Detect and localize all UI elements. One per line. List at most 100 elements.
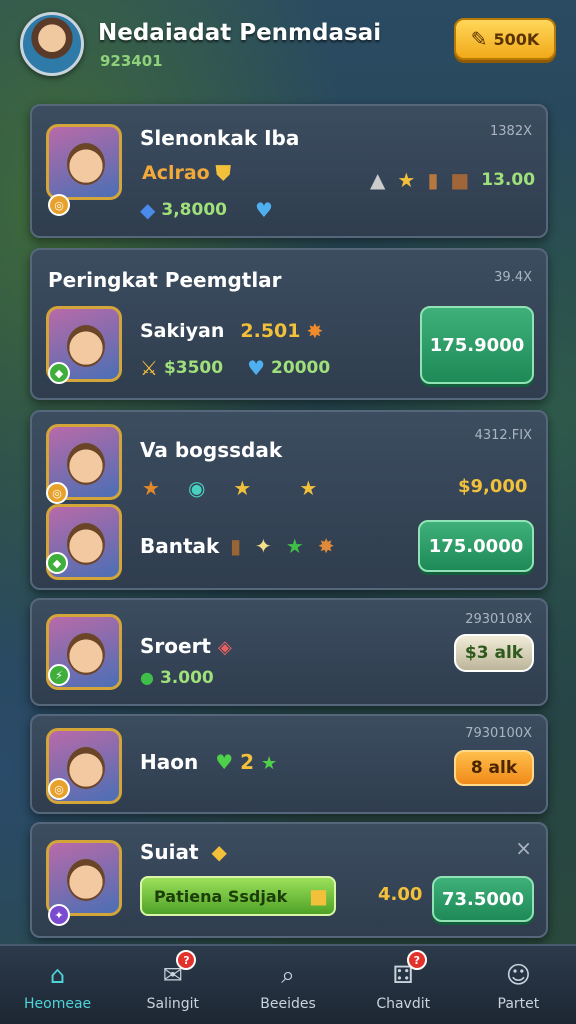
leader-name-text: Sroert bbox=[140, 634, 211, 658]
action-button[interactable]: $3 alk bbox=[454, 634, 534, 672]
notification-badge: ? bbox=[176, 950, 197, 970]
nav-search[interactable]: ⌕ Beeides bbox=[230, 946, 345, 1024]
score-value: 3,8000 bbox=[161, 200, 227, 220]
heart-icon: ♥ bbox=[215, 750, 234, 774]
star-icon: ★ bbox=[299, 476, 318, 500]
star-icon: ★ bbox=[397, 168, 416, 192]
rank-badge: ◎ bbox=[48, 194, 70, 216]
heart-count: 2 bbox=[240, 750, 255, 774]
leader-name: Slenonkak Iba bbox=[140, 126, 300, 150]
chest-icon: ■ bbox=[309, 884, 328, 908]
rank-badge: ◆ bbox=[48, 362, 70, 384]
leader-count: 1382X bbox=[490, 124, 532, 139]
reward-value-text: 4.00 bbox=[378, 884, 423, 905]
leader-card-2[interactable]: Peringkat Peemgtlar 39.4X ◆ Sakiyan 2.50… bbox=[30, 248, 548, 400]
leader-name: Va bogssdak bbox=[140, 438, 283, 462]
leader-value: $9,000 bbox=[458, 476, 528, 497]
score-value: 3.000 bbox=[159, 668, 214, 688]
gold-gem-icon: ◆ bbox=[211, 840, 227, 864]
rank-label: Aclrao bbox=[142, 162, 210, 184]
nav-label: Partet bbox=[497, 996, 540, 1012]
star-icon: ★ bbox=[142, 476, 160, 500]
nav-profile[interactable]: ☺ Partet bbox=[461, 946, 576, 1024]
crystal-icon: ✦ bbox=[255, 534, 272, 558]
leader-card-1[interactable]: ◎ Slenonkak Iba 1382X Aclrao ⛊ ◆ 3,8000 … bbox=[30, 104, 548, 238]
player-row: Sakiyan 2.501 ✸ bbox=[140, 320, 323, 342]
rank-badge: ◎ bbox=[48, 778, 70, 800]
coin-icon: ✎ bbox=[470, 27, 488, 51]
bottom-nav: ⌂ Heomeae ✉ ? Salingit ⌕ Beeides ⚃ ? Cha… bbox=[0, 944, 576, 1024]
boot-icon: ▮ bbox=[427, 168, 439, 192]
leader-card-5[interactable]: ◎ Haon ♥ 2 ★ 7930100X 8 alk bbox=[30, 714, 548, 814]
shield-icon: ⛊ bbox=[215, 161, 231, 185]
burst-icon: ✸ bbox=[306, 319, 324, 343]
profile-icon: ☺ bbox=[505, 961, 531, 989]
stat-money: $3500 bbox=[163, 358, 224, 378]
rank-badge: ✦ bbox=[48, 904, 70, 926]
progress-bar-label: Patiena Ssdjak bbox=[154, 886, 288, 906]
nav-label: Chavdit bbox=[376, 996, 431, 1012]
gem-icon: ◈ bbox=[217, 637, 232, 658]
claim-button[interactable]: 73.5000 bbox=[432, 876, 534, 922]
orb-icon: ◉ bbox=[187, 476, 206, 500]
chest-icon: ■ bbox=[450, 168, 470, 192]
leader-count: 4312.FIX bbox=[474, 428, 532, 443]
header-subtitle: 923401 bbox=[100, 52, 163, 70]
rank-badge: ⚡ bbox=[48, 664, 70, 686]
leader-card-6[interactable]: ✦ Suiat ◆ × Patiena Ssdjak ■ 4.00 73.500… bbox=[30, 822, 548, 938]
player-avatar[interactable] bbox=[20, 12, 84, 76]
search-icon: ⌕ bbox=[281, 961, 295, 989]
player-name: Sakiyan bbox=[140, 320, 225, 342]
leader-count: 7930100X bbox=[465, 726, 532, 741]
burst-icon: ✸ bbox=[317, 534, 335, 558]
star-icon: ★ bbox=[233, 476, 252, 500]
home-icon: ⌂ bbox=[49, 961, 66, 989]
heart-icon: ♥ bbox=[247, 356, 266, 380]
progress-bar[interactable]: Patiena Ssdjak ■ bbox=[140, 876, 336, 916]
currency-button-label: 500K bbox=[493, 29, 540, 49]
stats-row: ⚔ $3500 ♥ 20000 bbox=[140, 358, 330, 378]
action-button[interactable]: 8 alk bbox=[454, 750, 534, 786]
leader-name: Sroert ◈ bbox=[140, 634, 232, 658]
header: Nedaiadat Penmdasai 923401 ✎ 500K bbox=[0, 0, 576, 96]
currency-button[interactable]: ✎ 500K bbox=[454, 18, 556, 60]
rock-icon: ▲ bbox=[370, 168, 386, 192]
reward-icons: ★ ◉ ★ ★ bbox=[142, 478, 317, 498]
nav-mail[interactable]: ✉ ? Salingit bbox=[115, 946, 230, 1024]
nav-label: Beeides bbox=[260, 996, 316, 1012]
rank-badge: ◆ bbox=[46, 552, 68, 574]
player-level: 2.501 bbox=[240, 320, 301, 342]
claim-button[interactable]: 175.0000 bbox=[418, 520, 534, 572]
rank-label-row: Aclrao ⛊ bbox=[142, 162, 231, 184]
nav-label: Heomeae bbox=[24, 996, 92, 1012]
sword-icon: ⚔ bbox=[140, 356, 158, 380]
close-icon[interactable]: × bbox=[515, 836, 532, 860]
leader-name: Haon ♥ 2 ★ bbox=[140, 750, 277, 774]
player-name: Bantak bbox=[140, 534, 220, 558]
barrel-icon: ▮ bbox=[230, 534, 242, 558]
heart-icon: ♥ bbox=[255, 198, 273, 222]
nav-label: Salingit bbox=[146, 996, 199, 1012]
leader-name-text: Haon bbox=[140, 750, 199, 774]
reward-value: 4.00 bbox=[378, 884, 422, 905]
item-icons: ▲ ★ ▮ ■ 13.00 bbox=[370, 170, 535, 190]
leader-count: 39.4X bbox=[494, 270, 532, 285]
claim-button[interactable]: 175.9000 bbox=[420, 306, 534, 384]
rank-badge: ◎ bbox=[46, 482, 68, 504]
score-row: ● 3.000 bbox=[140, 668, 214, 688]
coin-icon: ● bbox=[140, 668, 154, 687]
leader-name: Suiat ◆ bbox=[140, 840, 227, 864]
leader-card-4[interactable]: ⚡ Sroert ◈ 2930108X ● 3.000 $3 alk bbox=[30, 598, 548, 706]
nav-home[interactable]: ⌂ Heomeae bbox=[0, 946, 115, 1024]
leader-count: 2930108X bbox=[465, 612, 532, 627]
leader-card-3[interactable]: ◎ ◆ Va bogssdak 4312.FIX ★ ◉ ★ ★ $9,000 … bbox=[30, 410, 548, 590]
star-icon: ★ bbox=[260, 753, 278, 774]
items-value: 13.00 bbox=[481, 170, 536, 190]
header-title: Nedaiadat Penmdasai bbox=[98, 20, 382, 46]
score-row: ◆ 3,8000 ♥ bbox=[140, 200, 273, 220]
leaderboard-title: Peringkat Peemgtlar bbox=[48, 268, 282, 292]
gem-icon: ◆ bbox=[140, 198, 156, 222]
stat-power: 20000 bbox=[271, 358, 331, 378]
nav-dice[interactable]: ⚃ ? Chavdit bbox=[346, 946, 461, 1024]
notification-badge: ? bbox=[406, 950, 427, 970]
